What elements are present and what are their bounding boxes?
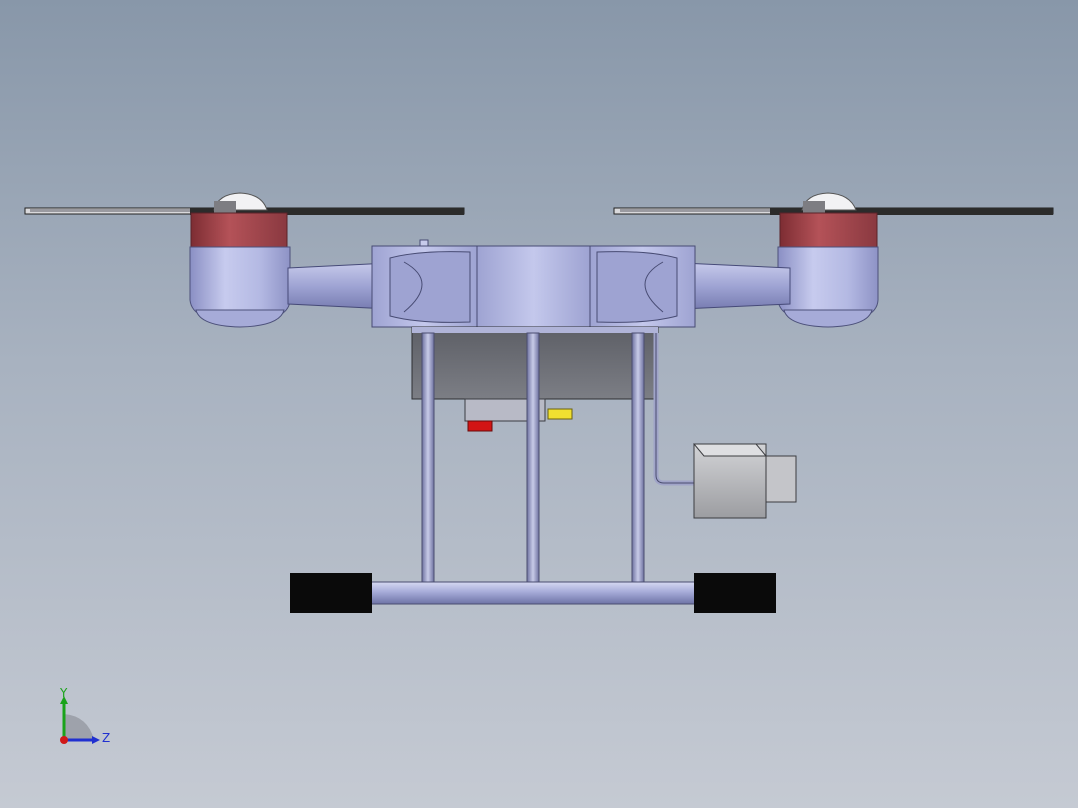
central-hub[interactable] — [371, 239, 696, 328]
graphics-viewport[interactable]: Y Z — [0, 0, 1078, 808]
red-led-indicator — [467, 420, 493, 432]
camera-module[interactable] — [692, 443, 797, 519]
x-axis-dot — [60, 736, 68, 744]
triad-plane — [64, 714, 94, 740]
drone-model-view[interactable] — [0, 0, 1078, 808]
orientation-triad: Y Z — [50, 684, 120, 754]
yellow-connector — [547, 408, 573, 420]
y-axis-label: Y — [60, 686, 68, 700]
left-motor[interactable] — [189, 192, 291, 328]
z-axis-label: Z — [102, 731, 111, 745]
right-motor[interactable] — [777, 192, 879, 328]
